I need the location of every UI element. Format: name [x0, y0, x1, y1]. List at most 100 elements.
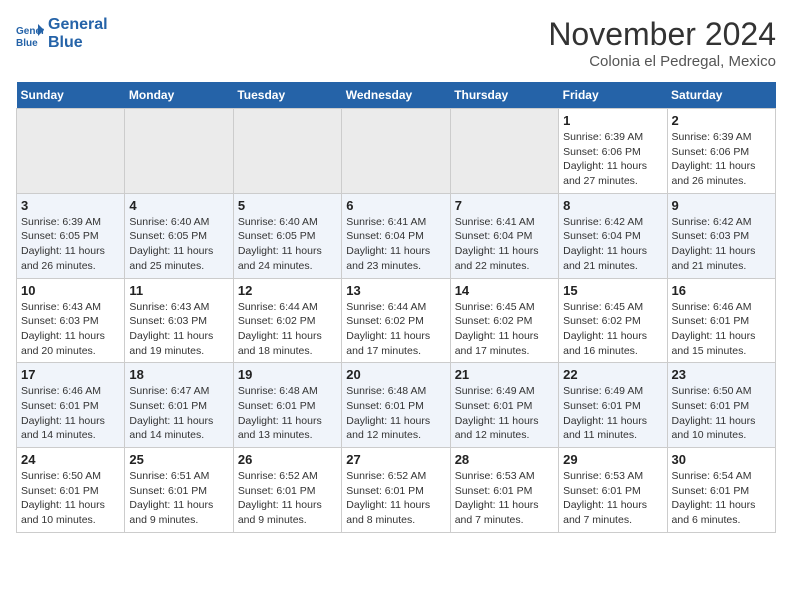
calendar-day: 19Sunrise: 6:48 AMSunset: 6:01 PMDayligh… [233, 363, 341, 448]
day-number: 18 [129, 367, 228, 382]
col-header-thursday: Thursday [450, 82, 558, 109]
day-info: Sunrise: 6:46 AMSunset: 6:01 PMDaylight:… [21, 384, 120, 443]
month-title: November 2024 [548, 16, 776, 53]
calendar-day: 10Sunrise: 6:43 AMSunset: 6:03 PMDayligh… [17, 278, 125, 363]
day-info: Sunrise: 6:41 AMSunset: 6:04 PMDaylight:… [455, 215, 554, 274]
calendar-day: 3Sunrise: 6:39 AMSunset: 6:05 PMDaylight… [17, 193, 125, 278]
day-number: 26 [238, 452, 337, 467]
day-info: Sunrise: 6:50 AMSunset: 6:01 PMDaylight:… [672, 384, 771, 443]
day-info: Sunrise: 6:51 AMSunset: 6:01 PMDaylight:… [129, 469, 228, 528]
day-number: 20 [346, 367, 445, 382]
calendar-table: SundayMondayTuesdayWednesdayThursdayFrid… [16, 82, 776, 533]
page-header: General Blue General Blue November 2024 … [16, 16, 776, 70]
day-info: Sunrise: 6:43 AMSunset: 6:03 PMDaylight:… [129, 300, 228, 359]
calendar-day [17, 109, 125, 194]
day-number: 11 [129, 283, 228, 298]
calendar-day: 25Sunrise: 6:51 AMSunset: 6:01 PMDayligh… [125, 448, 233, 533]
day-number: 13 [346, 283, 445, 298]
calendar-day: 21 Sunrise: 6:49 AMSunset: 6:01 PMDayligh… [450, 363, 558, 448]
calendar-day: 26 Sunrise: 6:52 AMSunset: 6:01 PMDayligh… [233, 448, 341, 533]
calendar-header-row: SundayMondayTuesdayWednesdayThursdayFrid… [17, 82, 776, 109]
day-number: 24 [21, 452, 120, 467]
logo: General Blue General Blue [16, 16, 108, 51]
col-header-saturday: Saturday [667, 82, 775, 109]
calendar-day: 29 Sunrise: 6:53 AMSunset: 6:01 PMDayligh… [559, 448, 667, 533]
day-number: 12 [238, 283, 337, 298]
day-info: Sunrise: 6:43 AMSunset: 6:03 PMDaylight:… [21, 300, 120, 359]
col-header-friday: Friday [559, 82, 667, 109]
calendar-week-1: 1 Sunrise: 6:39 AMSunset: 6:06 PMDaylight… [17, 109, 776, 194]
calendar-day [450, 109, 558, 194]
day-number: 29 [563, 452, 662, 467]
day-number: 22 [563, 367, 662, 382]
day-number: 23 [672, 367, 771, 382]
day-info: Sunrise: 6:40 AMSunset: 6:05 PMDaylight:… [129, 215, 228, 274]
day-number: 30 [672, 452, 771, 467]
day-info: Sunrise: 6:45 AMSunset: 6:02 PMDaylight:… [563, 300, 662, 359]
calendar-day: 9Sunrise: 6:42 AMSunset: 6:03 PMDaylight… [667, 193, 775, 278]
day-number: 28 [455, 452, 554, 467]
calendar-day: 18 Sunrise: 6:47 AMSunset: 6:01 PMDayligh… [125, 363, 233, 448]
calendar-day: 5 Sunrise: 6:40 AMSunset: 6:05 PMDaylight… [233, 193, 341, 278]
calendar-day: 8 Sunrise: 6:42 AMSunset: 6:04 PMDaylight… [559, 193, 667, 278]
calendar-day: 2Sunrise: 6:39 AMSunset: 6:06 PMDaylight… [667, 109, 775, 194]
day-info: Sunrise: 6:53 AMSunset: 6:01 PMDaylight:… [563, 469, 662, 528]
day-info: Sunrise: 6:42 AMSunset: 6:04 PMDaylight:… [563, 215, 662, 274]
calendar-day: 1Sunrise: 6:39 AMSunset: 6:06 PMDaylight… [559, 109, 667, 194]
calendar-day: 20 Sunrise: 6:48 AMSunset: 6:01 PMDayligh… [342, 363, 450, 448]
col-header-sunday: Sunday [17, 82, 125, 109]
logo-icon: General Blue [16, 20, 44, 48]
day-info: Sunrise: 6:48 AMSunset: 6:01 PMDaylight:… [346, 384, 445, 443]
day-info: Sunrise: 6:46 AMSunset: 6:01 PMDaylight:… [672, 300, 771, 359]
calendar-day: 28 Sunrise: 6:53 AMSunset: 6:01 PMDayligh… [450, 448, 558, 533]
day-info: Sunrise: 6:53 AMSunset: 6:01 PMDaylight:… [455, 469, 554, 528]
calendar-day: 6 Sunrise: 6:41 AMSunset: 6:04 PMDaylight… [342, 193, 450, 278]
calendar-day: 12 Sunrise: 6:44 AMSunset: 6:02 PMDayligh… [233, 278, 341, 363]
day-info: Sunrise: 6:44 AMSunset: 6:02 PMDaylight:… [346, 300, 445, 359]
day-number: 8 [563, 198, 662, 213]
calendar-day: 11 Sunrise: 6:43 AMSunset: 6:03 PMDayligh… [125, 278, 233, 363]
day-info: Sunrise: 6:39 AMSunset: 6:06 PMDaylight:… [672, 130, 771, 189]
calendar-week-3: 10Sunrise: 6:43 AMSunset: 6:03 PMDayligh… [17, 278, 776, 363]
day-number: 6 [346, 198, 445, 213]
calendar-day: 30 Sunrise: 6:54 AMSunset: 6:01 PMDayligh… [667, 448, 775, 533]
day-number: 14 [455, 283, 554, 298]
day-info: Sunrise: 6:52 AMSunset: 6:01 PMDaylight:… [238, 469, 337, 528]
calendar-day: 23 Sunrise: 6:50 AMSunset: 6:01 PMDayligh… [667, 363, 775, 448]
calendar-day [125, 109, 233, 194]
day-info: Sunrise: 6:44 AMSunset: 6:02 PMDaylight:… [238, 300, 337, 359]
calendar-week-4: 17 Sunrise: 6:46 AMSunset: 6:01 PMDayligh… [17, 363, 776, 448]
day-info: Sunrise: 6:41 AMSunset: 6:04 PMDaylight:… [346, 215, 445, 274]
calendar-day: 24Sunrise: 6:50 AMSunset: 6:01 PMDayligh… [17, 448, 125, 533]
day-info: Sunrise: 6:47 AMSunset: 6:01 PMDaylight:… [129, 384, 228, 443]
day-number: 7 [455, 198, 554, 213]
calendar-day: 27Sunrise: 6:52 AMSunset: 6:01 PMDayligh… [342, 448, 450, 533]
calendar-day [233, 109, 341, 194]
day-info: Sunrise: 6:45 AMSunset: 6:02 PMDaylight:… [455, 300, 554, 359]
day-info: Sunrise: 6:49 AMSunset: 6:01 PMDaylight:… [455, 384, 554, 443]
day-number: 5 [238, 198, 337, 213]
logo-blue: Blue [48, 34, 108, 52]
day-info: Sunrise: 6:42 AMSunset: 6:03 PMDaylight:… [672, 215, 771, 274]
calendar-day: 16 Sunrise: 6:46 AMSunset: 6:01 PMDayligh… [667, 278, 775, 363]
day-number: 3 [21, 198, 120, 213]
day-info: Sunrise: 6:52 AMSunset: 6:01 PMDaylight:… [346, 469, 445, 528]
calendar-day: 17 Sunrise: 6:46 AMSunset: 6:01 PMDayligh… [17, 363, 125, 448]
col-header-wednesday: Wednesday [342, 82, 450, 109]
day-info: Sunrise: 6:49 AMSunset: 6:01 PMDaylight:… [563, 384, 662, 443]
calendar-day: 15 Sunrise: 6:45 AMSunset: 6:02 PMDayligh… [559, 278, 667, 363]
day-number: 21 [455, 367, 554, 382]
calendar-week-2: 3Sunrise: 6:39 AMSunset: 6:05 PMDaylight… [17, 193, 776, 278]
day-info: Sunrise: 6:40 AMSunset: 6:05 PMDaylight:… [238, 215, 337, 274]
calendar-day [342, 109, 450, 194]
calendar-day: 14 Sunrise: 6:45 AMSunset: 6:02 PMDayligh… [450, 278, 558, 363]
day-number: 16 [672, 283, 771, 298]
day-number: 1 [563, 113, 662, 128]
day-number: 4 [129, 198, 228, 213]
calendar-day: 7 Sunrise: 6:41 AMSunset: 6:04 PMDaylight… [450, 193, 558, 278]
day-info: Sunrise: 6:54 AMSunset: 6:01 PMDaylight:… [672, 469, 771, 528]
day-number: 15 [563, 283, 662, 298]
calendar-day: 13 Sunrise: 6:44 AMSunset: 6:02 PMDayligh… [342, 278, 450, 363]
day-number: 17 [21, 367, 120, 382]
location-label: Colonia el Pedregal, Mexico [548, 53, 776, 70]
